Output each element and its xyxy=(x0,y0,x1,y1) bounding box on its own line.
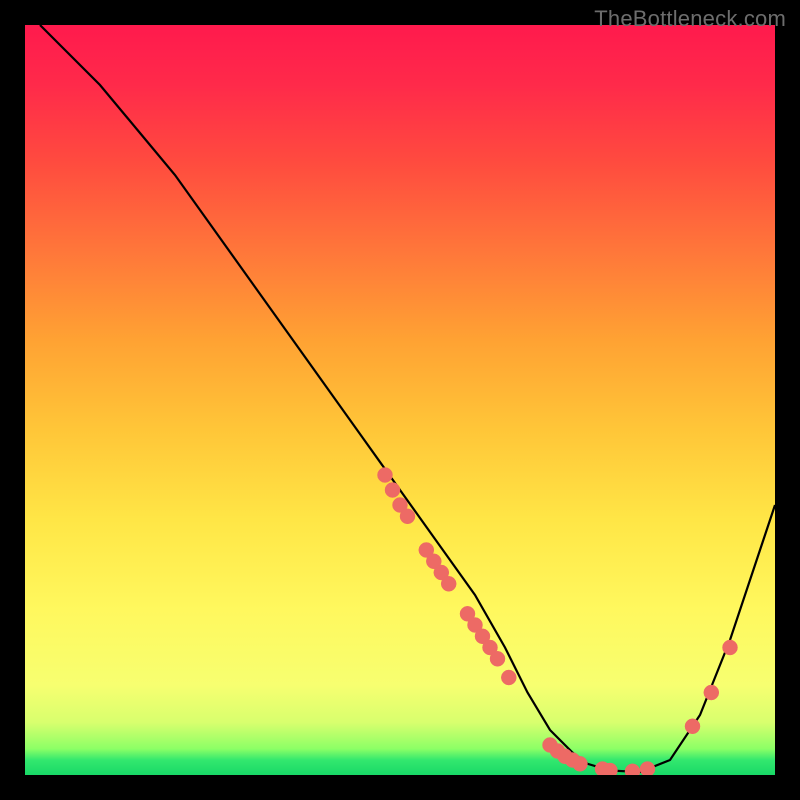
scatter-minimum-cluster-point xyxy=(603,763,618,775)
scatter-left-cluster-point xyxy=(400,509,415,524)
scatter-left-cluster-point xyxy=(385,483,400,498)
chart-overlay-svg xyxy=(25,25,775,775)
scatter-minimum-cluster-point xyxy=(625,764,640,775)
scatter-left-cluster-point xyxy=(501,670,516,685)
scatter-right-cluster-point xyxy=(704,685,719,700)
scatter-left-cluster-point xyxy=(490,651,505,666)
attribution-label: TheBottleneck.com xyxy=(594,6,786,32)
bottleneck-curve xyxy=(40,25,775,772)
scatter-minimum-cluster-point xyxy=(640,762,655,776)
chart-frame: TheBottleneck.com xyxy=(0,0,800,800)
scatter-left-cluster-point xyxy=(378,468,393,483)
scatter-minimum-cluster-point xyxy=(573,756,588,771)
scatter-markers xyxy=(378,468,738,776)
scatter-right-cluster-point xyxy=(723,640,738,655)
scatter-right-cluster-point xyxy=(685,719,700,734)
plot-area xyxy=(25,25,775,775)
scatter-left-cluster-point xyxy=(441,576,456,591)
